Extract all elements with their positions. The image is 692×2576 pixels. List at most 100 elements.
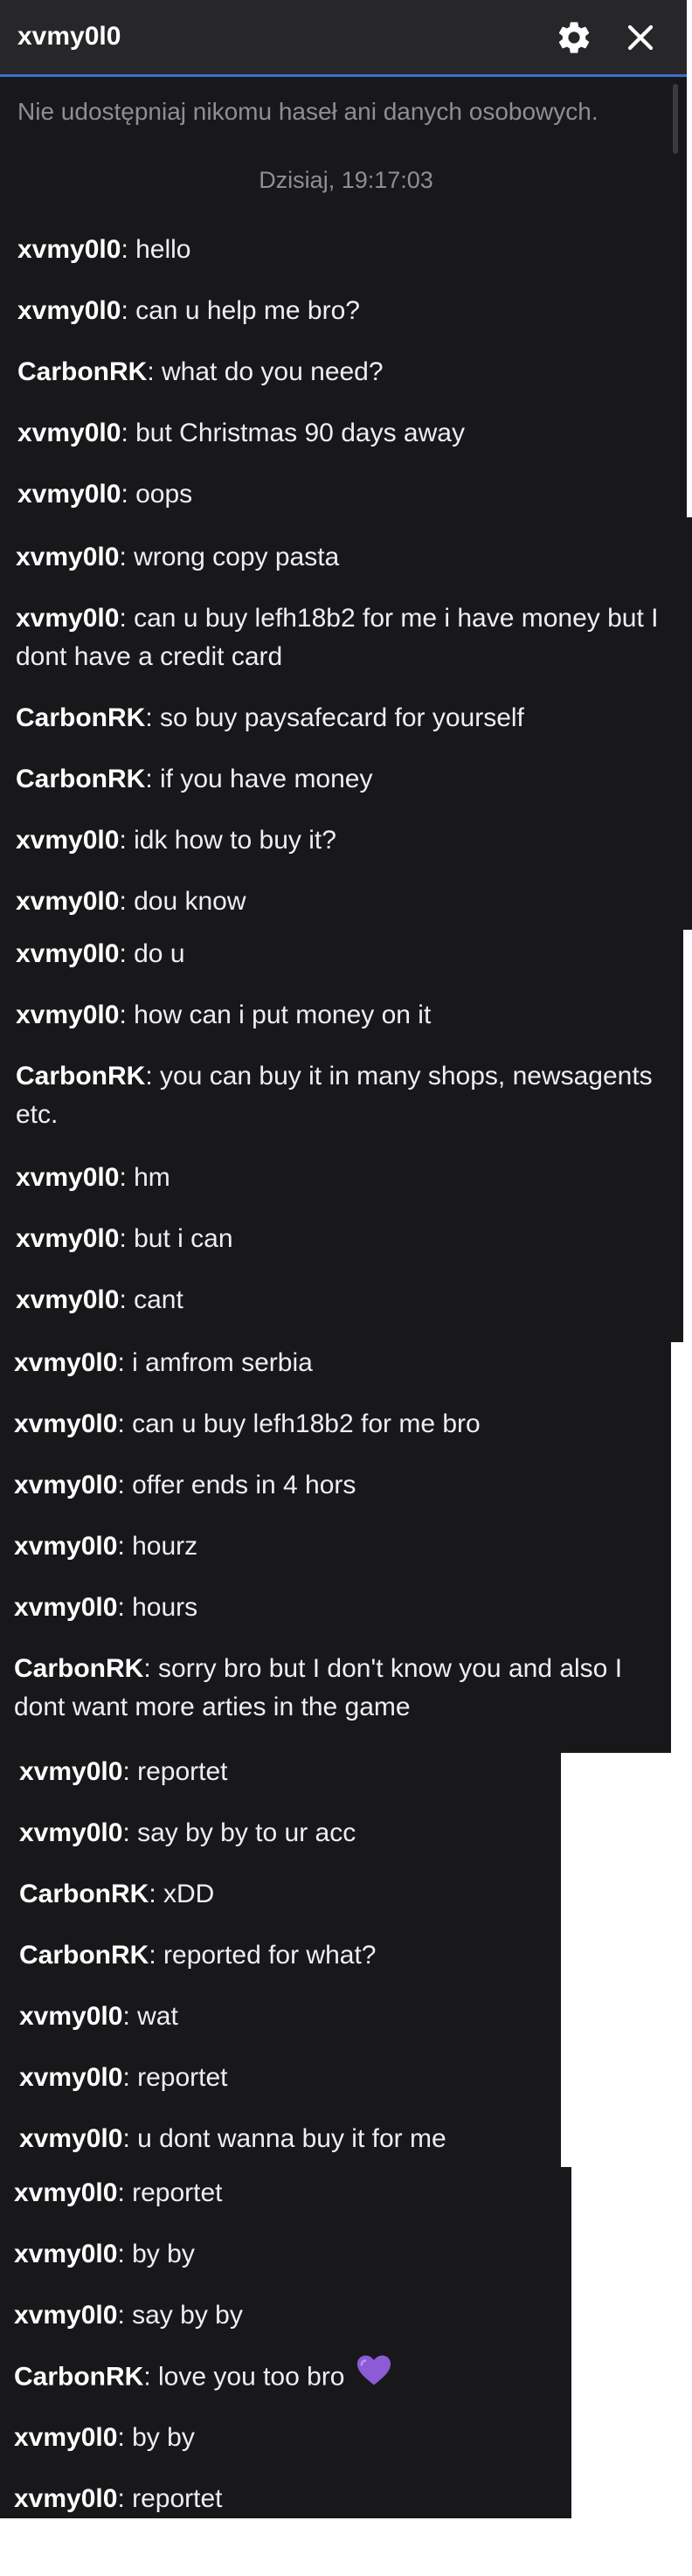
message-text: offer ends in 4 hors: [132, 1471, 356, 1499]
message-author[interactable]: CarbonRK: [17, 357, 147, 386]
chat-message: xvmy0l0: dou know: [16, 887, 246, 916]
message-text: hm: [134, 1163, 170, 1192]
message-author[interactable]: xvmy0l0: [16, 543, 119, 571]
chat-message: xvmy0l0: can u buy lefh18b2 for me bro: [14, 1409, 481, 1438]
message-author[interactable]: xvmy0l0: [19, 2124, 122, 2153]
message-text: wat: [137, 2002, 178, 2031]
message-author[interactable]: xvmy0l0: [14, 1348, 117, 1377]
privacy-notice: Nie udostępniaj nikomu haseł ani danych …: [17, 98, 599, 125]
message-text: so buy paysafecard for yourself: [160, 703, 524, 732]
message-text: can u buy lefh18b2 for me bro: [132, 1409, 481, 1438]
message-author[interactable]: xvmy0l0: [16, 887, 119, 916]
chat-message: xvmy0l0: idk how to buy it?: [16, 826, 336, 855]
message-text: reportet: [132, 2178, 223, 2207]
chat-message: xvmy0l0: can u buy lefh18b2 for me i hav…: [16, 604, 659, 671]
message-author[interactable]: xvmy0l0: [16, 1001, 119, 1029]
message-author[interactable]: xvmy0l0: [16, 1163, 119, 1192]
message-author[interactable]: xvmy0l0: [16, 826, 119, 855]
message-author[interactable]: CarbonRK: [16, 1062, 145, 1091]
chat-message: xvmy0l0: wat: [19, 2002, 178, 2031]
chat-message: xvmy0l0: hourz: [14, 1532, 198, 1561]
message-author[interactable]: xvmy0l0: [17, 419, 121, 447]
message-text: reported for what?: [163, 1941, 377, 1970]
message-author[interactable]: CarbonRK: [19, 1880, 149, 1908]
message-author[interactable]: CarbonRK: [14, 2362, 143, 2391]
message-author[interactable]: xvmy0l0: [19, 1818, 122, 1847]
message-text: reportet: [132, 2484, 223, 2513]
message-text: reportet: [137, 2063, 228, 2092]
message-author[interactable]: xvmy0l0: [14, 2484, 117, 2513]
message-author[interactable]: xvmy0l0: [14, 1593, 117, 1622]
message-text: xDD: [163, 1880, 215, 1908]
message-author[interactable]: xvmy0l0: [14, 1409, 117, 1438]
message-author[interactable]: xvmy0l0: [14, 2301, 117, 2330]
message-text: by by: [132, 2423, 195, 2452]
message-author[interactable]: xvmy0l0: [19, 2063, 122, 2092]
message-text: love you too bro: [158, 2362, 345, 2392]
message-text: what do you need?: [162, 357, 384, 386]
message-author[interactable]: xvmy0l0: [14, 1471, 117, 1499]
message-author[interactable]: xvmy0l0: [19, 1757, 122, 1786]
message-text: say by by to ur acc: [137, 1818, 356, 1847]
message-text: idk how to buy it?: [134, 826, 336, 855]
chat-message: xvmy0l0: by by: [14, 2423, 195, 2452]
message-author[interactable]: xvmy0l0: [14, 2423, 117, 2452]
settings-button[interactable]: [552, 16, 596, 59]
message-text: how can i put money on it: [134, 1001, 432, 1029]
chat-message: xvmy0l0: u dont wanna buy it for me: [19, 2124, 446, 2153]
chat-message: CarbonRK: reported for what?: [19, 1941, 377, 1970]
chat-message: xvmy0l0: reportet: [19, 2063, 228, 2092]
chat-message: xvmy0l0: reportet: [14, 2178, 223, 2207]
message-author[interactable]: xvmy0l0: [19, 2002, 122, 2031]
message-text: but i can: [134, 1224, 233, 1253]
chat-message: xvmy0l0: by by: [14, 2240, 195, 2268]
message-text: do u: [134, 939, 185, 968]
message-text: cant: [134, 1285, 183, 1314]
scrollbar[interactable]: [673, 84, 678, 154]
chat-message: CarbonRK: you can buy it in many shops, …: [16, 1062, 653, 1129]
chat-message: xvmy0l0: how can i put money on it: [16, 1001, 432, 1029]
message-author[interactable]: xvmy0l0: [16, 1285, 119, 1314]
chat-message: xvmy0l0: hours: [14, 1593, 198, 1622]
chat-message: xvmy0l0: cant: [16, 1285, 183, 1314]
message-author[interactable]: xvmy0l0: [16, 939, 119, 968]
chat-message: CarbonRK: what do you need?: [17, 357, 384, 386]
message-author[interactable]: xvmy0l0: [14, 1532, 117, 1561]
message-author[interactable]: xvmy0l0: [14, 2178, 117, 2207]
chat-message: CarbonRK: so buy paysafecard for yoursel…: [16, 703, 524, 732]
message-text: but Christmas 90 days away: [135, 419, 465, 447]
message-author[interactable]: CarbonRK: [14, 1654, 143, 1683]
chat-message: xvmy0l0: do u: [16, 939, 185, 968]
chat-message: xvmy0l0: offer ends in 4 hors: [14, 1471, 356, 1499]
close-button[interactable]: [619, 16, 662, 59]
message-author[interactable]: CarbonRK: [19, 1941, 149, 1970]
chat-title: xvmy0l0: [17, 22, 121, 51]
chat-header: xvmy0l0: [0, 0, 687, 77]
message-author[interactable]: CarbonRK: [16, 703, 145, 732]
chat-message: xvmy0l0: wrong copy pasta: [16, 543, 340, 571]
message-text: if you have money: [160, 765, 373, 793]
message-author[interactable]: xvmy0l0: [17, 480, 121, 509]
chat-message: xvmy0l0: hm: [16, 1163, 170, 1192]
message-author[interactable]: xvmy0l0: [17, 296, 121, 325]
message-text: can u help me bro?: [135, 296, 360, 325]
message-author[interactable]: xvmy0l0: [17, 235, 121, 264]
message-author[interactable]: xvmy0l0: [16, 604, 119, 633]
purple-heart-icon: [354, 2352, 394, 2399]
message-text: wrong copy pasta: [134, 543, 340, 571]
message-author[interactable]: xvmy0l0: [14, 2240, 117, 2268]
message-text: hourz: [132, 1532, 198, 1561]
message-author[interactable]: CarbonRK: [16, 765, 145, 793]
timestamp: Dzisiaj, 19:17:03: [259, 167, 433, 193]
chat-message: xvmy0l0: but Christmas 90 days away: [17, 419, 465, 447]
chat-message: xvmy0l0: i amfrom serbia: [14, 1348, 313, 1377]
chat-panel-6: [0, 2167, 571, 2518]
chat-message: CarbonRK: sorry bro but I don't know you…: [14, 1654, 623, 1721]
message-text: say by by: [132, 2301, 243, 2330]
chat-message: CarbonRK: xDD: [19, 1880, 215, 1908]
gear-icon: [558, 22, 590, 53]
message-author[interactable]: xvmy0l0: [16, 1224, 119, 1253]
chat-message: xvmy0l0: say by by: [14, 2301, 243, 2330]
chat-message: xvmy0l0: oops: [17, 480, 193, 509]
chat-message: xvmy0l0: say by by to ur acc: [19, 1818, 356, 1847]
